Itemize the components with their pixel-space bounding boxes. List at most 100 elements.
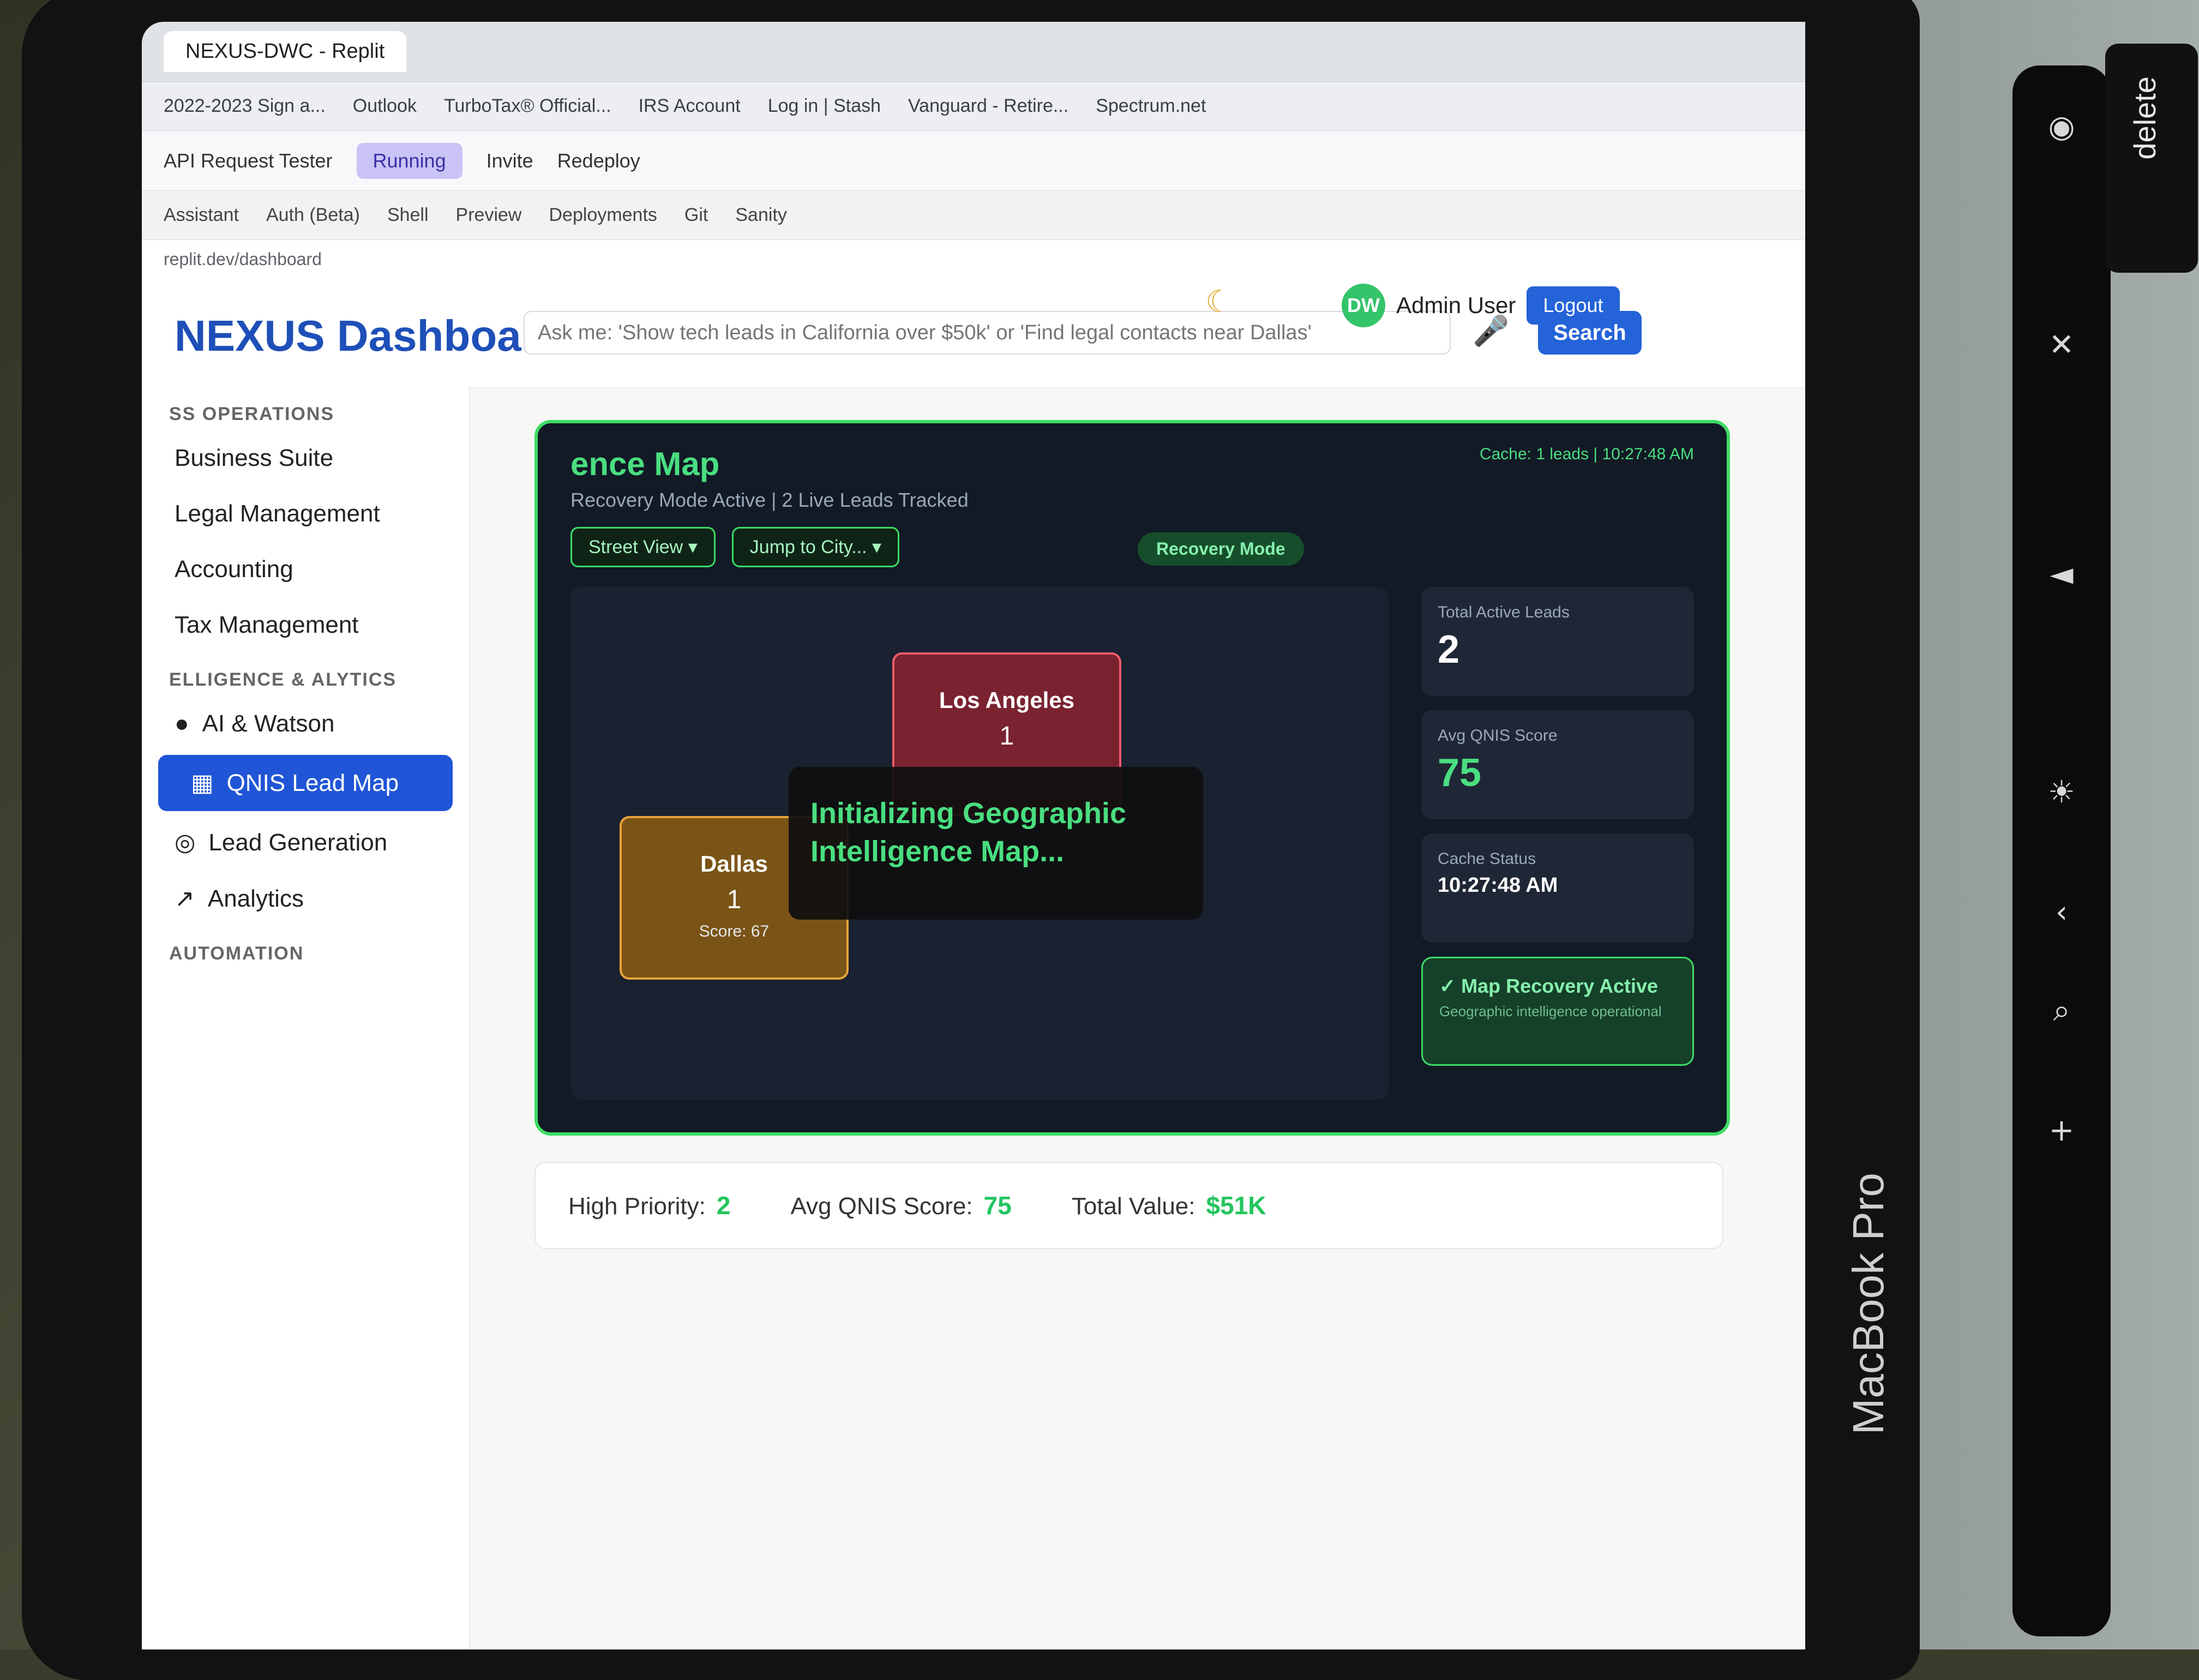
summary-label: Avg QNIS Score: [790, 1193, 973, 1220]
sidebar-item-analytics[interactable]: ↗ Analytics [142, 871, 469, 927]
summary-label: High Priority: [568, 1193, 706, 1220]
sidebar-section-title: AUTOMATION [169, 943, 304, 964]
brain-icon: ● [175, 710, 189, 737]
tab-shell[interactable]: Shell [387, 205, 429, 226]
summary-total-value: Total Value: $51K [1072, 1191, 1266, 1220]
screen: NEXUS-DWC - Replit 2022-2023 Sign a... O… [142, 22, 1805, 1649]
sidebar: SS OPERATIONS Business Suite Legal Manag… [142, 387, 470, 1649]
delete-key[interactable]: delete [2105, 44, 2198, 273]
logout-button[interactable]: Logout [1527, 286, 1620, 325]
sidebar-item-ai-watson[interactable]: ● AI & Watson [142, 696, 469, 752]
recovery-title: ✓ Map Recovery Active [1439, 975, 1658, 997]
sidebar-item-tax-management[interactable]: Tax Management [142, 597, 469, 653]
recovery-subtitle: Geographic intelligence operational [1439, 1003, 1662, 1019]
avatar[interactable]: DW [1342, 284, 1385, 327]
preview-url: replit.dev/dashboard [164, 249, 322, 269]
sidebar-item-qnis-lead-map[interactable]: ▦ QNIS Lead Map [158, 755, 453, 811]
stat-label: Avg QNIS Score [1438, 727, 1558, 745]
stat-label: Cache Status [1438, 850, 1536, 868]
tab-git[interactable]: Git [684, 205, 708, 226]
city-name: Los Angeles [939, 687, 1075, 713]
cache-status-line: Cache: 1 leads | 10:27:48 AM [1479, 445, 1694, 463]
sidebar-item-lead-generation[interactable]: ◎ Lead Generation [142, 814, 469, 871]
page-title: NEXUS Dashboard [175, 311, 565, 360]
replit-project-name[interactable]: API Request Tester [164, 149, 333, 172]
touchbar-search-icon[interactable]: ⌕ [2040, 993, 2083, 1029]
replit-tabs: Assistant Auth (Beta) Shell Preview Depl… [142, 191, 1805, 240]
bookmark-item[interactable]: Outlook [353, 95, 417, 117]
running-status-badge[interactable]: Running [356, 142, 462, 179]
stat-total-active-leads: Total Active Leads 2 [1421, 587, 1694, 696]
sidebar-item-label: AI & Watson [202, 710, 335, 737]
map-title: ence Map [570, 446, 720, 482]
sidebar-item-label: Lead Generation [208, 829, 388, 856]
app-header: NEXUS Dashboard 🎤 Search ☾ DW Admin User… [142, 278, 1805, 388]
lead-summary-bar: High Priority: 2 Avg QNIS Score: 75 Tota… [534, 1162, 1723, 1249]
touchbar-siri-icon[interactable]: ◉ [2040, 109, 2083, 145]
bookmark-item[interactable]: 2022-2023 Sign a... [164, 95, 326, 117]
summary-label: Total Value: [1071, 1193, 1195, 1220]
stat-value: 2 [1438, 628, 1460, 671]
sidebar-item-label: Business Suite [175, 445, 334, 471]
jump-to-city-select[interactable]: Jump to City... ▾ [731, 527, 900, 567]
lead-map-card: ence Map Recovery Mode Active | 2 Live L… [534, 420, 1730, 1136]
tab-assistant[interactable]: Assistant [164, 205, 239, 226]
tab-auth[interactable]: Auth (Beta) [266, 205, 360, 226]
bookmark-item[interactable]: Log in | Stash [768, 95, 881, 117]
map-controls: Street View ▾ Jump to City... ▾ [570, 527, 900, 567]
city-lead-count: 1 [999, 722, 1014, 751]
sidebar-item-label: Legal Management [175, 500, 380, 527]
tab-sanity[interactable]: Sanity [735, 205, 787, 226]
summary-high-priority: High Priority: 2 [568, 1191, 730, 1220]
map-loading-overlay: Initializing Geographic Intelligence Map… [789, 767, 1203, 920]
map-canvas[interactable]: Dallas 1 Score: 67 Los Angeles 1 Initial… [570, 587, 1389, 1100]
target-icon: ◎ [175, 829, 196, 856]
ask-search-input[interactable] [524, 311, 1451, 355]
stat-avg-qnis-score: Avg QNIS Score 75 [1421, 710, 1694, 819]
nexus-app: NEXUS Dashboard 🎤 Search ☾ DW Admin User… [142, 278, 1805, 1649]
bookmark-item[interactable]: Vanguard - Retire... [908, 95, 1068, 117]
stat-cache-status: Cache Status 10:27:48 AM [1421, 833, 1694, 943]
sidebar-item-legal-management[interactable]: Legal Management [142, 486, 469, 542]
bookmark-item[interactable]: TurboTax® Official... [444, 95, 611, 117]
stat-value: 10:27:48 AM [1438, 874, 1558, 897]
view-mode-label: Street View [588, 537, 683, 557]
tab-preview[interactable]: Preview [456, 205, 522, 226]
map-stats-panel: Total Active Leads 2 Avg QNIS Score 75 C… [1421, 587, 1694, 1066]
sidebar-item-accounting[interactable]: Accounting [142, 542, 469, 597]
sidebar-item-label: Analytics [207, 885, 304, 912]
bookmark-item[interactable]: Spectrum.net [1096, 95, 1206, 117]
touchbar-plus-icon[interactable]: + [2040, 1113, 2083, 1148]
summary-avg-score: Avg QNIS Score: 75 [790, 1191, 1011, 1220]
preview-url-bar[interactable]: replit.dev/dashboard [142, 240, 1805, 279]
map-icon: ▦ [191, 770, 214, 796]
laptop-brand-label: MacBook Pro [1844, 1173, 1892, 1435]
bookmarks-bar: 2022-2023 Sign a... Outlook TurboTax® Of… [142, 82, 1805, 131]
chart-icon: ↗ [175, 885, 195, 912]
summary-value: 75 [983, 1191, 1012, 1220]
touchbar-chevron-icon[interactable]: ‹ [2040, 895, 2083, 930]
recovery-mode-badge: Recovery Mode [1138, 532, 1304, 566]
map-recovery-status: ✓ Map Recovery Active Geographic intelli… [1421, 957, 1694, 1066]
city-score: Score: 67 [699, 922, 770, 940]
map-subtitle: Recovery Mode Active | 2 Live Leads Trac… [570, 489, 969, 511]
sidebar-item-business-suite[interactable]: Business Suite [142, 430, 469, 486]
user-area: DW Admin User Logout [1342, 284, 1620, 327]
redeploy-button[interactable]: Redeploy [557, 149, 640, 172]
touchbar-brightness-icon[interactable]: ☀ [2040, 775, 2083, 810]
browser-tab[interactable]: NEXUS-DWC - Replit [164, 31, 407, 72]
view-mode-select[interactable]: Street View ▾ [570, 527, 716, 567]
theme-toggle-icon[interactable]: ☾ [1205, 284, 1233, 320]
touchbar-volume-icon[interactable]: ◄ [2040, 556, 2083, 592]
sidebar-section-title: SS OPERATIONS [169, 404, 335, 424]
chevron-down-icon: ▾ [872, 537, 882, 557]
stat-value: 75 [1438, 751, 1482, 795]
touchbar-mute-icon[interactable]: ✕ [2040, 327, 2083, 363]
summary-value: $51K [1206, 1191, 1266, 1220]
browser-tab-strip: NEXUS-DWC - Replit [142, 22, 1805, 82]
tab-deployments[interactable]: Deployments [549, 205, 657, 226]
sidebar-item-label: QNIS Lead Map [226, 769, 399, 796]
summary-value: 2 [716, 1191, 731, 1220]
invite-button[interactable]: Invite [486, 149, 533, 172]
bookmark-item[interactable]: IRS Account [639, 95, 741, 117]
